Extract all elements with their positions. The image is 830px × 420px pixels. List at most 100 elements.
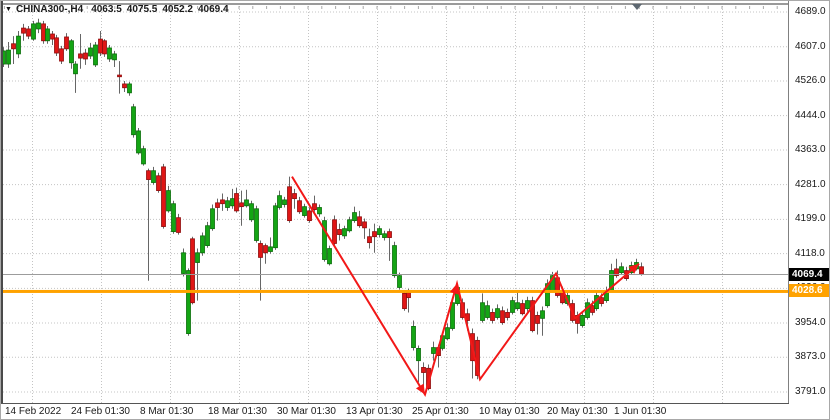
candle-bearish	[298, 201, 302, 212]
candle-bullish	[318, 207, 322, 213]
candle-bullish	[46, 29, 50, 41]
time-tick-label: 18 Mar 01:30	[208, 406, 267, 417]
candle-bullish	[481, 303, 485, 321]
candle-bearish	[403, 293, 407, 308]
candle-bearish	[591, 306, 595, 313]
candle-bullish	[196, 253, 200, 263]
candle-bearish	[216, 203, 220, 208]
chart-left-border	[1, 1, 3, 404]
candle-bullish	[398, 276, 402, 288]
candle-bearish	[264, 246, 268, 253]
candle-bearish	[27, 29, 31, 36]
quote-open: 4063.5	[91, 4, 122, 15]
horizontal-line-tool[interactable]	[3, 290, 788, 293]
candle-bearish	[363, 222, 367, 228]
candle-bullish	[128, 84, 132, 93]
candle-bearish	[640, 267, 644, 274]
candle-bullish	[37, 23, 41, 29]
price-tick-label: 4444.0	[795, 110, 826, 121]
candle-bullish	[516, 303, 520, 309]
candle-bearish	[536, 315, 540, 323]
candle-bullish	[486, 306, 490, 318]
time-tick-label: 8 Mar 01:30	[140, 406, 193, 417]
symbol-dropdown-icon[interactable]: ▼	[5, 6, 12, 13]
scroll-position-marker-icon[interactable]	[632, 4, 642, 10]
candle-bullish	[446, 328, 450, 339]
trend-arrow-line[interactable]	[292, 177, 639, 395]
time-tick-label: 14 Feb 2022	[5, 406, 61, 417]
quote-high: 4075.5	[127, 4, 158, 15]
symbol-period-label: CHINA300-,H4	[16, 4, 83, 15]
chart-window: ▼ CHINA300-,H4 4063.5 4075.5 4052.2 4069…	[0, 0, 830, 420]
candle-bearish	[79, 54, 83, 58]
candle-bullish	[412, 326, 416, 347]
candle-bullish	[255, 209, 259, 241]
candle-bearish	[99, 39, 103, 53]
candle-bullish	[226, 201, 230, 208]
candle-bullish	[32, 24, 36, 39]
candle-bullish	[108, 48, 112, 59]
grid-layer	[3, 6, 788, 403]
candle-bullish	[496, 309, 500, 318]
candle-bearish	[308, 211, 312, 221]
candle-bullish	[250, 204, 254, 220]
symbol-quote-label: ▼ CHINA300-,H4 4063.5 4075.5 4052.2 4069…	[5, 4, 234, 15]
time-tick-label: 30 Mar 01:30	[277, 406, 336, 417]
candle-bullish	[137, 131, 141, 153]
time-tick-label: 25 Apr 01:30	[412, 406, 469, 417]
candle-bearish	[388, 232, 392, 238]
candle-bearish	[123, 84, 127, 88]
quote-low: 4052.2	[162, 4, 193, 15]
candle-bullish	[70, 41, 74, 63]
candle-bullish	[541, 311, 545, 319]
candle-bearish	[333, 220, 337, 244]
candle-bullish	[328, 249, 332, 264]
price-tick-label: 4199.0	[795, 213, 826, 224]
candle-bullish	[348, 220, 352, 231]
candle-bullish	[383, 234, 387, 238]
candle-bearish	[65, 37, 69, 49]
candle-bullish	[353, 213, 357, 221]
candle-bullish	[74, 64, 78, 74]
candle-bearish	[191, 239, 195, 303]
candle-bearish	[491, 312, 495, 320]
candle-bullish	[432, 348, 436, 354]
candle-bearish	[501, 311, 505, 323]
candle-bearish	[157, 176, 161, 191]
candle-bearish	[240, 203, 244, 207]
candle-bullish	[94, 45, 98, 65]
price-tick-label: 4281.0	[795, 179, 826, 190]
candle-bullish	[274, 206, 278, 248]
bid-price-badge: 4069.4	[789, 268, 830, 281]
candle-bearish	[103, 41, 107, 54]
time-tick-label: 1 Jun 01:30	[614, 406, 666, 417]
time-tick-label: 13 Apr 01:30	[346, 406, 403, 417]
candle-bearish	[60, 49, 64, 61]
chart-canvas[interactable]	[1, 1, 830, 420]
candle-bullish	[201, 236, 205, 253]
candle-bearish	[313, 204, 317, 210]
price-tick-label: 4526.0	[795, 75, 826, 86]
candle-bearish	[162, 167, 166, 227]
candle-bearish	[55, 38, 59, 53]
candle-bullish	[206, 226, 210, 246]
candle-bearish	[22, 28, 26, 33]
time-tick-label: 24 Feb 01:30	[71, 406, 130, 417]
time-axis[interactable]: 14 Feb 2022 24 Feb 01:30 8 Mar 01:30 18 Mar…	[1, 404, 830, 420]
trend-line-path	[292, 177, 639, 395]
candle-bullish	[620, 267, 624, 273]
candle-bullish	[526, 301, 530, 309]
candle-bearish	[221, 200, 225, 204]
candle-bearish	[600, 298, 604, 304]
candle-bullish	[393, 246, 397, 276]
candle-bullish	[269, 247, 273, 252]
candle-bullish	[132, 107, 136, 135]
candle-bearish	[177, 218, 181, 233]
price-tick-label: 4689.0	[795, 6, 826, 17]
price-axis[interactable]: 4689.04607.04526.04444.04363.04281.04199…	[789, 1, 830, 404]
candle-bearish	[147, 171, 151, 180]
candles-layer	[2, 19, 644, 393]
price-tick-label: 4607.0	[795, 41, 826, 52]
candle-bullish	[417, 348, 421, 360]
candle-bullish	[343, 229, 347, 236]
